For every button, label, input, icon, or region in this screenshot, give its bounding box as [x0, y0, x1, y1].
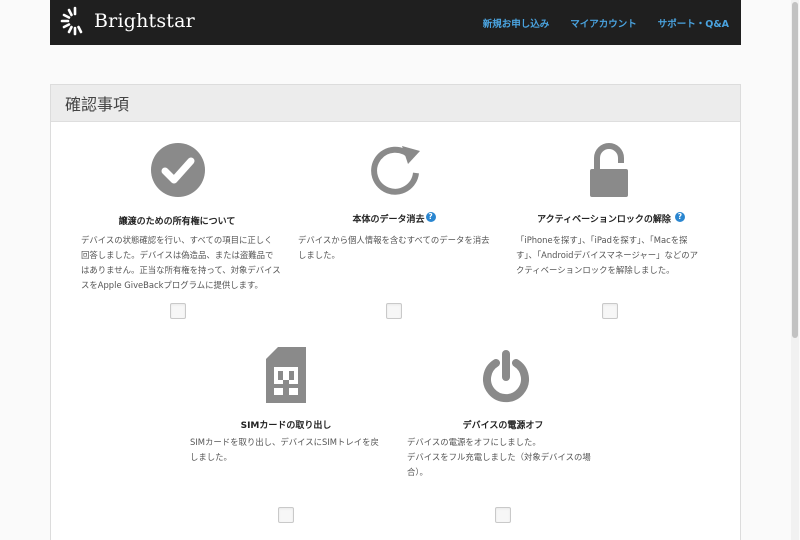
confirm-item-sim-removal: SIMカードの取り出し SIMカードを取り出し、デバイスにSIMトレイを戻 しま… — [178, 347, 394, 527]
ownership-checkbox[interactable] — [170, 303, 186, 319]
nav-support-qa[interactable]: サポート・Q&A — [658, 16, 729, 30]
brightstar-logo[interactable]: Brightstar — [60, 6, 195, 36]
refresh-icon — [367, 143, 423, 203]
item-description: デバイスの状態確認を行い、すべての項目に正しく 回答しました。デバイスは偽造品、… — [81, 235, 281, 290]
sim-removal-checkbox[interactable] — [278, 507, 294, 523]
panel-title: 確認事項 — [65, 95, 130, 114]
starburst-logo-icon — [60, 6, 83, 36]
confirmation-panel: 確認事項 譲渡のための所有権について デバイスの状態確認を行い、すべての項目に正… — [50, 84, 741, 540]
page-scrollbar[interactable] — [791, 0, 799, 540]
unlocked-padlock-icon — [588, 143, 630, 203]
scrollbar-thumb[interactable] — [792, 2, 798, 338]
site-header: Brightstar 新規お申し込み マイアカウント サポート・Q&A — [50, 0, 741, 45]
item-title: アクティベーションロックの解除? — [503, 212, 719, 225]
checkmark-circle-icon — [151, 143, 205, 201]
nav-new-application[interactable]: 新規お申し込み — [483, 16, 550, 30]
top-nav: 新規お申し込み マイアカウント サポート・Q&A — [462, 0, 729, 45]
confirm-item-data-erase: 本体のデータ消去? デバイスから個人情報を含むすべてのデータを消去 しました。 — [286, 143, 502, 323]
item-title: 譲渡のための所有権について — [118, 217, 236, 227]
help-icon[interactable]: ? — [425, 212, 436, 222]
confirm-item-ownership: 譲渡のための所有権について デバイスの状態確認を行い、すべての項目に正しく 回答… — [69, 143, 285, 323]
item-description: デバイスから個人情報を含むすべてのデータを消去 しました。 — [298, 235, 490, 260]
data-erase-checkbox[interactable] — [386, 303, 402, 319]
power-icon — [481, 349, 531, 407]
panel-header: 確認事項 — [51, 85, 740, 122]
brand-name: Brightstar — [94, 10, 195, 32]
nav-my-account[interactable]: マイアカウント — [570, 16, 637, 30]
power-off-checkbox[interactable] — [495, 507, 511, 523]
item-description: デバイスの電源をオフにしました。 デバイスをフル充電しました（対象デバイスの場 … — [407, 437, 591, 477]
item-title: デバイスの電源オフ — [462, 421, 544, 431]
item-title: 本体のデータ消去? — [286, 212, 502, 225]
activation-lock-checkbox[interactable] — [602, 303, 618, 319]
confirm-item-activation-lock: アクティベーションロックの解除? 「iPhoneを探す」、「iPadを探す」、「… — [503, 143, 719, 323]
item-title: SIMカードの取り出し — [240, 421, 332, 431]
confirm-item-power-off: デバイスの電源オフ デバイスの電源をオフにしました。 デバイスをフル充電しました… — [395, 347, 611, 527]
help-icon[interactable]: ? — [674, 212, 685, 222]
sim-card-icon — [264, 347, 308, 407]
item-description: SIMカードを取り出し、デバイスにSIMトレイを戻 しました。 — [190, 437, 379, 462]
item-description: 「iPhoneを探す」、「iPadを探す」、「Macを探 す」、「Android… — [516, 235, 699, 275]
